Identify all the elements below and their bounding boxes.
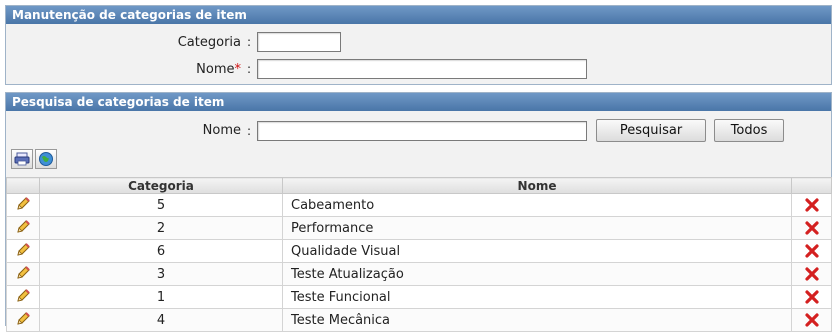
- row-nome: Teste Atualização: [282, 262, 792, 286]
- row-nome: Cabeamento: [282, 193, 792, 217]
- colon: :: [247, 62, 252, 76]
- row-categoria: 1: [39, 285, 283, 309]
- delete-x-icon[interactable]: [802, 241, 822, 261]
- delete-x-icon[interactable]: [802, 310, 822, 330]
- colon: :: [247, 123, 252, 138]
- pencil-icon[interactable]: [13, 240, 33, 260]
- table-row: 2 Performance: [6, 216, 832, 240]
- row-categoria: 4: [39, 308, 283, 332]
- categoria-col-header[interactable]: Categoria: [39, 177, 283, 194]
- edit-cell: [6, 193, 40, 217]
- delete-cell: [791, 193, 832, 217]
- table-row: 4 Teste Mecânica: [6, 308, 832, 332]
- nome-input[interactable]: [257, 59, 588, 79]
- delete-x-icon[interactable]: [802, 195, 822, 215]
- delete-x-icon[interactable]: [802, 287, 822, 307]
- all-button[interactable]: Todos: [714, 119, 785, 142]
- delete-cell: [791, 262, 832, 286]
- delete-cell: [791, 308, 832, 332]
- maintenance-panel: Manutenção de categorias de item Categor…: [5, 5, 832, 85]
- table-row: 3 Teste Atualização: [6, 262, 832, 286]
- categoria-row: Categoria :: [6, 32, 342, 52]
- print-icon: [14, 152, 30, 166]
- row-nome: Performance: [282, 216, 792, 240]
- row-categoria: 3: [39, 262, 283, 286]
- globe-icon: [39, 152, 53, 166]
- pencil-icon[interactable]: [13, 194, 33, 214]
- nome-row: Nome* :: [6, 59, 588, 79]
- edit-cell: [6, 216, 40, 240]
- edit-cell: [6, 308, 40, 332]
- delete-col-header: [791, 177, 832, 194]
- row-categoria: 2: [39, 216, 283, 240]
- search-row: Nome : Pesquisar Todos: [6, 119, 785, 142]
- delete-cell: [791, 285, 832, 309]
- pencil-icon[interactable]: [13, 217, 33, 237]
- nome-label-wrap: Nome*: [6, 62, 241, 77]
- delete-x-icon[interactable]: [802, 218, 822, 238]
- pencil-icon[interactable]: [13, 286, 33, 306]
- search-nome-input[interactable]: [257, 120, 588, 141]
- search-nome-label: Nome: [202, 123, 241, 138]
- pencil-icon[interactable]: [13, 309, 33, 329]
- edit-col-header: [6, 177, 40, 194]
- pencil-icon[interactable]: [13, 263, 33, 283]
- nome-label: Nome: [196, 61, 235, 77]
- row-nome: Teste Mecânica: [282, 308, 792, 332]
- required-marker: *: [234, 61, 242, 77]
- search-button[interactable]: Pesquisar: [596, 119, 707, 142]
- categoria-input[interactable]: [257, 32, 342, 52]
- print-button[interactable]: [11, 149, 33, 169]
- delete-cell: [791, 239, 832, 263]
- table-row: 6 Qualidade Visual: [6, 239, 832, 263]
- globe-button[interactable]: [35, 149, 57, 169]
- categoria-label: Categoria: [177, 34, 241, 50]
- row-nome: Qualidade Visual: [282, 239, 792, 263]
- table-header-row: Categoria Nome: [6, 177, 832, 194]
- delete-x-icon[interactable]: [802, 264, 822, 284]
- edit-cell: [6, 239, 40, 263]
- search-panel-title: Pesquisa de categorias de item: [6, 93, 831, 111]
- edit-cell: [6, 285, 40, 309]
- edit-cell: [6, 262, 40, 286]
- table-row: 1 Teste Funcional: [6, 285, 832, 309]
- row-nome: Teste Funcional: [282, 285, 792, 309]
- nome-col-header[interactable]: Nome: [282, 177, 792, 194]
- categories-table: Categoria Nome 5 Cabeamento 2 Performanc…: [6, 177, 832, 332]
- search-panel: Pesquisa de categorias de item Nome : Pe…: [5, 92, 832, 332]
- colon: :: [247, 35, 252, 49]
- table-row: 5 Cabeamento: [6, 193, 832, 217]
- row-categoria: 6: [39, 239, 283, 263]
- delete-cell: [791, 216, 832, 240]
- row-categoria: 5: [39, 193, 283, 217]
- maintenance-panel-title: Manutenção de categorias de item: [6, 6, 831, 24]
